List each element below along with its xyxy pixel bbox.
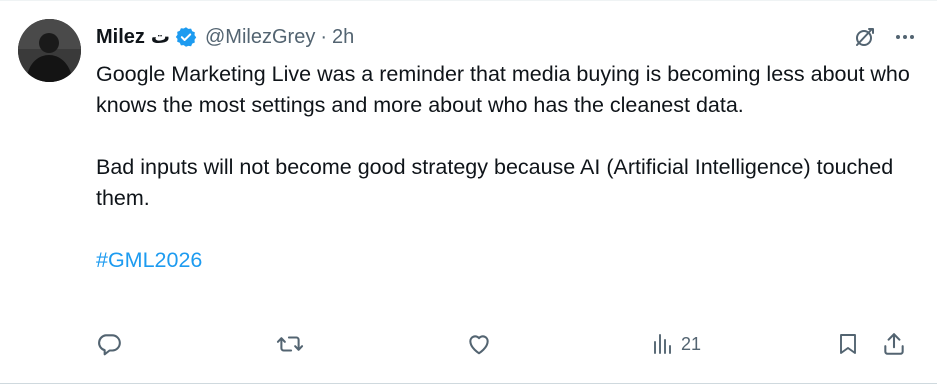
reply-icon: [96, 331, 122, 357]
tweet-paragraph-1: Google Marketing Live was a reminder tha…: [96, 62, 916, 117]
author-name-glyph: ت: [150, 26, 170, 48]
retweet-icon: [276, 331, 304, 357]
views-icon: [651, 331, 675, 357]
header-actions: [853, 23, 917, 51]
avatar[interactable]: [18, 19, 81, 82]
reply-button[interactable]: [96, 327, 122, 361]
tweet-header: Milez ت @MilezGrey · 2h: [96, 23, 917, 51]
bookmark-icon: [836, 331, 860, 357]
views-count: 21: [681, 333, 702, 354]
author-name[interactable]: Milez: [96, 23, 145, 51]
tweet-text: Google Marketing Live was a reminder tha…: [96, 59, 921, 276]
retweet-button[interactable]: [276, 327, 304, 361]
like-button[interactable]: [466, 327, 492, 361]
bookmark-button[interactable]: [836, 327, 860, 361]
timestamp[interactable]: 2h: [332, 23, 354, 51]
like-icon: [466, 331, 492, 357]
share-icon: [881, 331, 907, 357]
share-button[interactable]: [881, 327, 907, 361]
verified-badge-icon[interactable]: [175, 26, 197, 48]
grok-icon[interactable]: [853, 25, 877, 49]
hashtag-link[interactable]: #GML2026: [96, 245, 202, 276]
more-options-icon[interactable]: [893, 25, 917, 49]
tweet[interactable]: Milez ت @MilezGrey · 2h Google Marketing…: [0, 0, 937, 384]
author-handle[interactable]: @MilezGrey: [205, 23, 315, 51]
separator-dot: ·: [320, 26, 327, 48]
views-button[interactable]: 21: [651, 327, 701, 361]
tweet-paragraph-2: Bad inputs will not become good strategy…: [96, 155, 900, 210]
tweet-actions: 21: [96, 327, 916, 361]
